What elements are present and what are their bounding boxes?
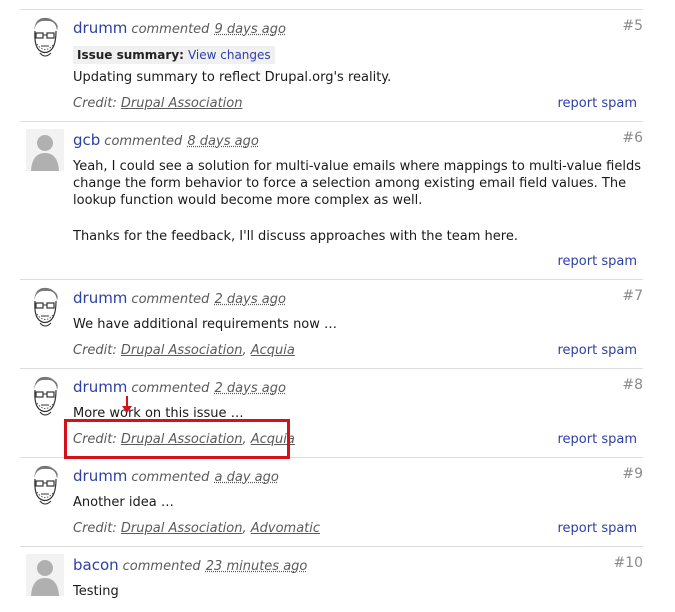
comment-7: drumm commented 2 days ago #7 We have add…: [20, 279, 643, 368]
comment-time-link[interactable]: 8 days ago: [187, 134, 258, 149]
comment-time-link[interactable]: 23 minutes ago: [206, 559, 308, 574]
credit-link[interactable]: Drupal Association: [121, 521, 243, 536]
comment-text: Testing: [73, 584, 119, 599]
comment-text: Updating summary to reflect Drupal.org's…: [73, 70, 392, 85]
credit-line: Credit: Drupal Association, Acquia: [73, 343, 295, 358]
comment-6: gcb commented 8 days ago #6 Yeah, I could…: [20, 121, 643, 279]
default-user-avatar-icon[interactable]: [26, 554, 64, 596]
report-spam-link[interactable]: report spam: [558, 254, 638, 269]
comment-author-link[interactable]: drumm: [73, 289, 127, 307]
drumm-avatar-icon[interactable]: [26, 17, 64, 59]
credit-link[interactable]: Advomatic: [251, 521, 320, 536]
comment-author-link[interactable]: drumm: [73, 19, 127, 37]
report-spam-link[interactable]: report spam: [558, 432, 638, 447]
report-spam-link[interactable]: report spam: [558, 343, 638, 358]
comment-number-link[interactable]: #5: [622, 18, 643, 34]
comment-time-link[interactable]: 2 days ago: [215, 381, 286, 396]
credit-label: Credit:: [73, 521, 117, 536]
comment-text-line: lookup function would become more comple…: [73, 193, 423, 208]
view-changes-link[interactable]: View changes: [188, 48, 271, 62]
comment-text: Another idea …: [73, 495, 174, 510]
comment-author-link[interactable]: drumm: [73, 467, 127, 485]
report-spam-link[interactable]: report spam: [558, 96, 638, 111]
credit-link[interactable]: Drupal Association: [121, 96, 243, 111]
annotation-highlight-box: [64, 419, 290, 459]
comment-verb: commented: [131, 22, 210, 37]
comment-number-link[interactable]: #9: [622, 466, 643, 482]
credit-label: Credit:: [73, 96, 117, 111]
comment-number-link[interactable]: #10: [613, 555, 643, 571]
comment-verb: commented: [131, 470, 210, 485]
comment-verb: commented: [122, 559, 201, 574]
comment-verb: commented: [131, 292, 210, 307]
issue-summary-label: Issue summary:: [77, 48, 184, 62]
credit-line: Credit: Drupal Association: [73, 96, 242, 111]
comment-time-link[interactable]: a day ago: [215, 470, 279, 485]
comment-number-link[interactable]: #8: [622, 377, 643, 393]
annotation-arrow-head-icon: [122, 406, 132, 413]
comment-text-line: Yeah, I could see a solution for multi-v…: [73, 159, 641, 174]
comment-author-link[interactable]: gcb: [73, 131, 100, 149]
comment-time-link[interactable]: 9 days ago: [215, 22, 286, 37]
drumm-avatar-icon[interactable]: [26, 465, 64, 507]
credit-link[interactable]: Acquia: [251, 343, 295, 358]
report-spam-link[interactable]: report spam: [558, 521, 638, 536]
drumm-avatar-icon[interactable]: [26, 287, 64, 329]
comment-9: drumm commented a day ago #9 Another idea…: [20, 457, 643, 546]
drumm-avatar-icon[interactable]: [26, 376, 64, 418]
comment-text: We have additional requirements now …: [73, 317, 338, 332]
comment-5: drumm commented 9 days ago #5 Issue summa…: [20, 9, 643, 121]
comment-author-link[interactable]: drumm: [73, 378, 127, 396]
comment-verb: commented: [104, 134, 183, 149]
default-user-avatar-icon[interactable]: [26, 129, 64, 171]
comment-text-line: Thanks for the feedback, I'll discuss ap…: [73, 229, 518, 244]
comment-text-line: change the form behavior to force a sele…: [73, 176, 627, 191]
comment-verb: commented: [131, 381, 210, 396]
comment-time-link[interactable]: 2 days ago: [215, 292, 286, 307]
issue-summary-box: Issue summary: View changes: [73, 46, 275, 64]
comment-author-link[interactable]: bacon: [73, 556, 119, 574]
comment-thread: drumm commented 9 days ago #5 Issue summa…: [0, 0, 675, 612]
credit-label: Credit:: [73, 343, 117, 358]
credit-line: Credit: Drupal Association, Advomatic: [73, 521, 321, 536]
credit-link[interactable]: Drupal Association: [121, 343, 243, 358]
comment-10: bacon commented 23 minutes ago #10 Testin…: [20, 546, 643, 612]
comment-number-link[interactable]: #7: [622, 288, 643, 304]
comment-number-link[interactable]: #6: [622, 130, 643, 146]
